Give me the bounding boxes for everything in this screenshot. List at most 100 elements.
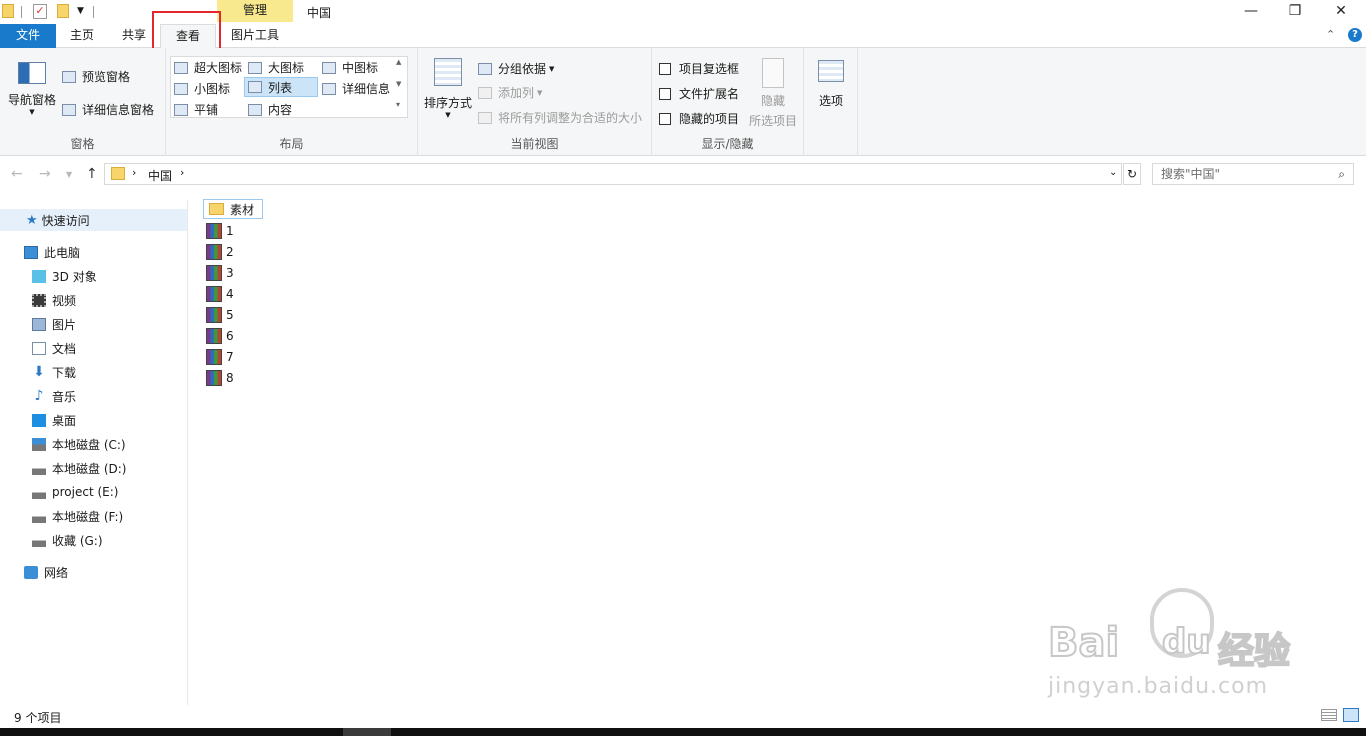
large-icons-view-icon[interactable] xyxy=(1343,708,1359,722)
chevron-right-icon[interactable]: › xyxy=(132,166,136,179)
restore-button[interactable]: ❐ xyxy=(1272,0,1318,24)
list-item-archive[interactable]: 3 xyxy=(206,263,234,282)
sidebar-item-drive-d[interactable]: 本地磁盘 (D:) xyxy=(32,457,126,479)
layout-large-icons[interactable]: 大图标 xyxy=(248,59,304,76)
medium-icons-icon xyxy=(322,61,336,74)
list-item-archive[interactable]: 7 xyxy=(206,347,234,366)
list-item-archive[interactable]: 6 xyxy=(206,326,234,345)
checkbox[interactable] xyxy=(659,87,671,100)
details-pane-button[interactable]: 详细信息窗格 xyxy=(62,101,154,118)
file-name: 3 xyxy=(226,265,234,280)
layout-extra-large-icons[interactable]: 超大图标 xyxy=(174,59,242,76)
layout-list[interactable]: 列表 xyxy=(244,77,318,97)
address-dropdown-icon[interactable]: ⌄ xyxy=(1109,167,1117,178)
archive-icon xyxy=(206,369,222,386)
sidebar-item-pictures[interactable]: 图片 xyxy=(32,313,76,335)
sidebar-item-network[interactable]: 网络 xyxy=(24,561,68,583)
sidebar-item-videos[interactable]: 视频 xyxy=(32,289,76,311)
address-bar[interactable]: › 中国 › ⌄ xyxy=(104,163,1122,185)
search-input[interactable]: 搜索"中国" ⌕ xyxy=(1152,163,1354,185)
sidebar-item-drive-e[interactable]: project (E:) xyxy=(32,481,118,503)
options-group: 选项 xyxy=(804,48,858,156)
sidebar-item-drive-g[interactable]: 收藏 (G:) xyxy=(32,529,103,551)
chevron-right-icon[interactable]: › xyxy=(180,166,184,179)
tab-file[interactable]: 文件 xyxy=(0,24,56,48)
breadcrumb[interactable]: 中国 xyxy=(148,167,172,184)
item-checkboxes-toggle[interactable]: 项目复选框 xyxy=(659,60,739,77)
back-arrow-icon[interactable]: ← xyxy=(11,166,23,182)
hide-selected-button[interactable]: 隐藏 所选项目 xyxy=(746,58,800,129)
sort-by-button[interactable]: 排序方式 ▼ xyxy=(422,58,474,119)
archive-icon xyxy=(206,243,222,260)
layout-tiles[interactable]: 平铺 xyxy=(174,101,218,118)
picture-icon xyxy=(32,317,46,331)
sidebar-item-label: 快速访问 xyxy=(41,213,90,228)
sidebar-item-desktop[interactable]: 桌面 xyxy=(32,409,76,431)
drive-icon xyxy=(32,485,46,499)
close-button[interactable]: ✕ xyxy=(1318,0,1364,24)
fit-columns-button[interactable]: 将所有列调整为合适的大小 xyxy=(478,109,642,126)
list-item-archive[interactable]: 8 xyxy=(206,368,234,387)
group-by-button[interactable]: 分组依据 ▼ xyxy=(478,60,554,77)
properties-icon[interactable]: ✓ xyxy=(33,4,47,19)
options-button[interactable]: 选项 xyxy=(810,60,852,109)
checkbox[interactable] xyxy=(659,112,671,125)
collapse-ribbon-icon[interactable]: ⌃ xyxy=(1326,28,1335,41)
help-icon[interactable]: ? xyxy=(1348,28,1362,42)
show-hide-group: 项目复选框 文件扩展名 隐藏的项目 隐藏 所选项目 显示/隐藏 xyxy=(652,48,804,156)
file-extensions-toggle[interactable]: 文件扩展名 xyxy=(659,85,739,102)
sidebar-item-drive-c[interactable]: 本地磁盘 (C:) xyxy=(32,433,126,455)
quick-access-dropdown-icon[interactable]: ▼ xyxy=(77,6,84,16)
desktop-icon xyxy=(32,413,46,427)
sidebar-item-3d-objects[interactable]: 3D 对象 xyxy=(32,265,97,287)
gallery-scroll-down-icon[interactable]: ▼ xyxy=(396,80,401,88)
list-item-archive[interactable]: 1 xyxy=(206,221,234,240)
preview-pane-icon xyxy=(62,70,76,83)
refresh-icon[interactable]: ↻ xyxy=(1123,163,1141,185)
sidebar-item-drive-f[interactable]: 本地磁盘 (F:) xyxy=(32,505,123,527)
nav-pane-button[interactable]: 导航窗格 ▼ xyxy=(6,58,58,116)
file-name: 7 xyxy=(226,349,234,364)
pane-group-label: 窗格 xyxy=(70,137,95,151)
sidebar-item-documents[interactable]: 文档 xyxy=(32,337,76,359)
chevron-down-icon: ▼ xyxy=(537,88,543,97)
layout-small-icons[interactable]: 小图标 xyxy=(174,80,230,97)
sidebar-item-label: 此电脑 xyxy=(44,245,81,260)
search-icon[interactable]: ⌕ xyxy=(1338,164,1345,184)
list-item-archive[interactable]: 5 xyxy=(206,305,234,324)
file-name: 8 xyxy=(226,370,234,385)
list-item-archive[interactable]: 2 xyxy=(206,242,234,261)
sort-icon xyxy=(434,58,462,86)
layout-medium-icons[interactable]: 中图标 xyxy=(322,59,378,76)
layout-details[interactable]: 详细信息 xyxy=(322,80,390,97)
tab-share[interactable]: 共享 xyxy=(112,24,156,48)
details-pane-icon xyxy=(62,103,76,116)
recent-dropdown-icon[interactable]: ▼ xyxy=(66,170,72,179)
preview-pane-button[interactable]: 预览窗格 xyxy=(62,68,130,85)
up-arrow-icon[interactable]: ↑ xyxy=(86,166,98,182)
tab-home[interactable]: 主页 xyxy=(60,24,104,48)
details-view-icon[interactable] xyxy=(1321,709,1337,721)
sidebar-item-quick-access[interactable]: ★ 快速访问 xyxy=(0,209,187,231)
list-item-archive[interactable]: 4 xyxy=(206,284,234,303)
gallery-scroll-up-icon[interactable]: ▲ xyxy=(396,58,401,66)
layout-content[interactable]: 内容 xyxy=(248,101,292,118)
gallery-expand-icon[interactable]: ▾ xyxy=(396,100,400,109)
sidebar-item-downloads[interactable]: ⬇ 下载 xyxy=(32,361,76,383)
sidebar-item-music[interactable]: ♪ 音乐 xyxy=(32,385,76,407)
document-icon xyxy=(32,341,46,355)
tab-picture-tools[interactable]: 图片工具 xyxy=(220,24,290,48)
forward-arrow-icon[interactable]: → xyxy=(39,166,51,182)
options-icon xyxy=(818,60,844,82)
extra-large-icons-icon xyxy=(174,61,188,74)
hidden-items-toggle[interactable]: 隐藏的项目 xyxy=(659,110,739,127)
checkbox[interactable] xyxy=(659,62,671,75)
new-folder-icon[interactable] xyxy=(57,4,69,18)
sidebar-item-this-pc[interactable]: 此电脑 xyxy=(24,241,80,263)
list-item-folder[interactable]: 素材 xyxy=(203,199,263,219)
taskbar-button[interactable] xyxy=(343,728,391,736)
selected-items-label: 所选项目 xyxy=(748,114,797,128)
minimize-button[interactable]: — xyxy=(1228,0,1274,24)
file-name: 1 xyxy=(226,223,234,238)
add-column-button[interactable]: 添加列 ▼ xyxy=(478,84,542,101)
